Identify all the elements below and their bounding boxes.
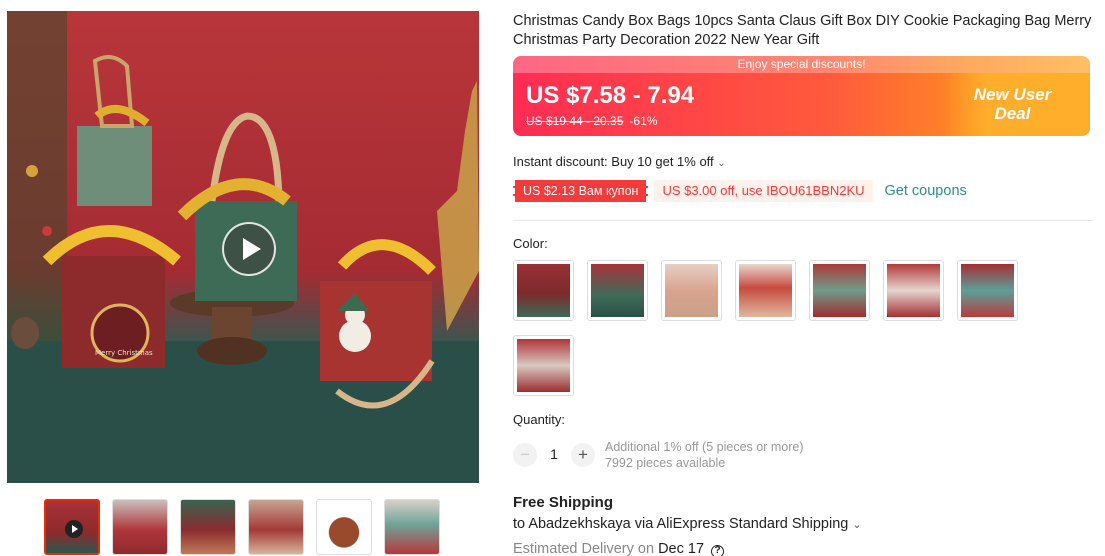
original-price: US $19.44 - 20.35 <box>526 114 624 128</box>
thumbnail-3[interactable] <box>180 499 236 555</box>
play-icon <box>65 520 83 538</box>
color-option-8[interactable] <box>513 335 574 396</box>
quantity-increase-button[interactable]: + <box>571 443 595 467</box>
original-price-row: US $19.44 - 20.35 -61% <box>526 114 657 128</box>
bulk-discount-note: Additional 1% off (5 pieces or more) <box>605 440 804 454</box>
quantity-decrease-button[interactable]: − <box>513 443 537 467</box>
color-label: Color: <box>513 236 548 251</box>
color-option-4[interactable] <box>735 260 796 321</box>
color-option-5[interactable] <box>809 260 870 321</box>
color-swatches <box>513 260 1033 396</box>
play-video-button[interactable] <box>222 222 276 276</box>
divider <box>513 220 1093 221</box>
shipping-destination[interactable]: to Abadzekhskaya via AliExpress Standard… <box>513 516 862 532</box>
estimated-delivery-date: Dec 17 <box>658 541 705 556</box>
estimated-delivery: Estimated Delivery on Dec 17 ? <box>513 541 725 556</box>
get-coupons-link[interactable]: Get coupons <box>885 183 967 199</box>
thumbnail-2[interactable] <box>112 499 168 555</box>
color-option-6[interactable] <box>883 260 944 321</box>
main-product-image[interactable]: Merry Christmas <box>7 11 479 483</box>
quantity-label: Quantity: <box>513 412 566 427</box>
coupon-row: US $2.13 Вам купон US $3.00 off, use IBO… <box>513 179 967 203</box>
new-user-deal-label: New User Deal <box>973 85 1052 123</box>
svg-text:Merry Christmas: Merry Christmas <box>95 349 153 357</box>
shipping-title: Free Shipping <box>513 494 614 511</box>
discount-percent: -61% <box>629 114 658 128</box>
current-price: US $7.58 - 7.94 <box>526 82 695 109</box>
color-option-7[interactable] <box>957 260 1018 321</box>
promo-text: Enjoy special discounts! <box>513 56 1090 73</box>
thumbnail-1[interactable] <box>44 499 100 555</box>
instant-discount-text: Instant discount: Buy 10 get 1% off <box>513 154 714 169</box>
shipping-destination-text: to Abadzekhskaya via AliExpress Standard… <box>513 516 849 532</box>
product-title: Christmas Candy Box Bags 10pcs Santa Cla… <box>513 13 1092 48</box>
instant-discount[interactable]: Instant discount: Buy 10 get 1% off ⌄ <box>513 154 726 169</box>
thumbnail-strip <box>44 499 440 555</box>
color-option-1[interactable] <box>513 260 574 321</box>
color-option-3[interactable] <box>661 260 722 321</box>
thumbnail-4[interactable] <box>248 499 304 555</box>
color-option-2[interactable] <box>587 260 648 321</box>
estimated-delivery-label: Estimated Delivery on <box>513 541 655 556</box>
quantity-note: Additional 1% off (5 pieces or more) 799… <box>605 439 803 471</box>
chevron-down-icon: ⌄ <box>717 158 726 169</box>
promo-code-badge[interactable]: US $3.00 off, use IBOU61BBN2KU <box>654 180 873 202</box>
thumbnail-6[interactable] <box>384 499 440 555</box>
stock-available: 7992 pieces available <box>605 456 726 470</box>
price-banner: Enjoy special discounts! US $7.58 - 7.94… <box>513 56 1090 136</box>
thumbnail-5[interactable] <box>316 499 372 555</box>
quantity-input[interactable]: 1 <box>544 446 564 462</box>
chevron-down-icon: ⌄ <box>852 519 862 531</box>
play-icon <box>242 238 261 260</box>
help-icon[interactable]: ? <box>711 545 725 556</box>
new-user-deal-badge: New User Deal <box>944 73 1090 136</box>
coupon-badge[interactable]: US $2.13 Вам купон <box>513 180 649 202</box>
